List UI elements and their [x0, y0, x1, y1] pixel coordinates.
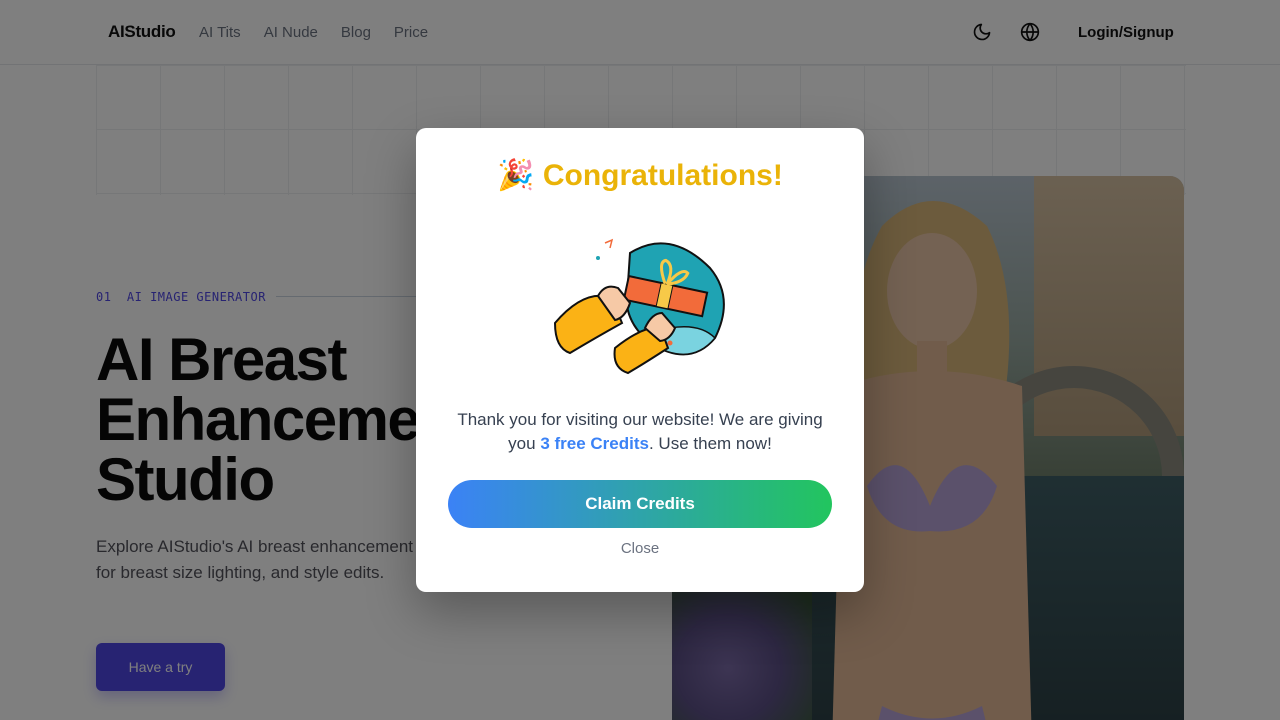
modal-heading: 🎉 Congratulations! [416, 158, 864, 193]
party-popper-icon: 🎉 [497, 159, 535, 192]
free-credits-highlight: 3 free Credits [540, 434, 649, 453]
close-modal-link[interactable]: Close [416, 540, 864, 557]
modal-title: Congratulations! [542, 159, 783, 192]
modal-message-suffix: . Use them now! [648, 434, 772, 453]
gift-box-icon [550, 228, 730, 378]
claim-credits-button[interactable]: Claim Credits [448, 480, 832, 528]
congratulations-modal: 🎉 Congratulations! Thank you for visitin… [416, 128, 864, 592]
modal-message: Thank you for visiting our website! We a… [448, 408, 832, 456]
